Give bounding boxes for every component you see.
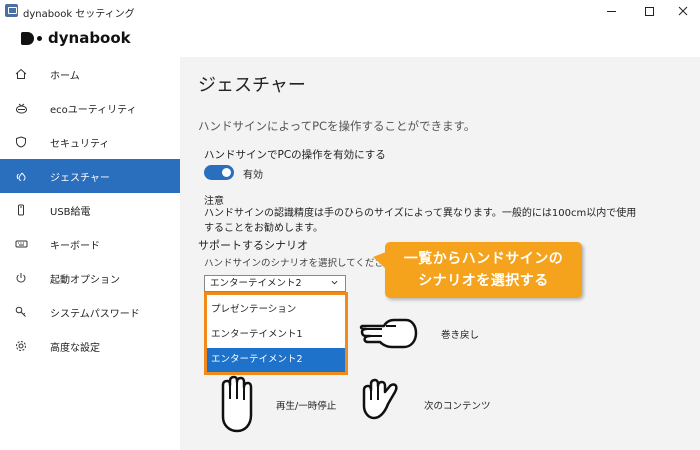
- toggle-state-label: 有効: [243, 170, 263, 181]
- instruction-callout: 一覧からハンドサインの シナリオを選択する: [373, 242, 582, 298]
- close-button[interactable]: [666, 0, 700, 22]
- sidebar: ホーム ecoユーティリティ セキュリティ ジェスチャー USB給電 キーボード: [0, 57, 180, 450]
- scenario-option-entertainment1[interactable]: エンターテイメント1: [207, 323, 345, 347]
- power-icon: [14, 271, 28, 285]
- sidebar-item-label: 起動オプション: [50, 274, 120, 286]
- scenario-option-entertainment2[interactable]: エンターテイメント2: [207, 348, 345, 372]
- maximize-button[interactable]: [632, 0, 666, 22]
- keyboard-icon: [14, 237, 28, 251]
- maximize-icon: [644, 6, 654, 16]
- sidebar-item-password[interactable]: システムパスワード: [0, 295, 180, 329]
- scenario-option-presentation[interactable]: プレゼンテーション: [207, 298, 345, 322]
- note-body: ハンドサインの認識精度は手のひらのサイズによって異なります。一般的には100cm…: [204, 208, 637, 234]
- sidebar-item-keyboard[interactable]: キーボード: [0, 227, 180, 261]
- enable-gesture-label: ハンドサインでPCの操作を有効にする: [204, 149, 386, 161]
- hand-wave-icon: [362, 378, 398, 420]
- logo-text: dynabook: [48, 29, 131, 47]
- note-title: 注意: [204, 196, 224, 207]
- sidebar-item-label: USB給電: [50, 206, 91, 218]
- hand-open-palm-icon: [221, 375, 253, 433]
- sidebar-item-label: ホーム: [50, 70, 80, 82]
- callout-line-1: 一覧からハンドサインの: [403, 251, 564, 267]
- app-icon: [5, 4, 18, 17]
- sidebar-item-label: セキュリティ: [50, 138, 110, 150]
- title-bar: dynabook セッティング: [0, 0, 700, 22]
- sidebar-item-eco[interactable]: ecoユーティリティ: [0, 91, 180, 125]
- sidebar-item-startup[interactable]: 起動オプション: [0, 261, 180, 295]
- chevron-down-icon: [331, 280, 338, 285]
- toggle-knob: [222, 168, 231, 177]
- scenario-dropdown-list: プレゼンテーション エンターテイメント1 エンターテイメント2: [204, 292, 348, 375]
- gesture-next-label: 次のコンテンツ: [424, 401, 491, 412]
- page-title: ジェスチャー: [198, 75, 306, 96]
- sidebar-item-security[interactable]: セキュリティ: [0, 125, 180, 159]
- sidebar-item-gesture[interactable]: ジェスチャー: [0, 159, 180, 193]
- home-icon: [14, 67, 28, 81]
- usb-icon: [14, 203, 28, 217]
- scenario-select[interactable]: エンターテイメント2: [204, 275, 346, 292]
- enable-gesture-toggle[interactable]: [204, 165, 234, 180]
- page-description: ハンドサインによってPCを操作することができます。: [198, 119, 476, 133]
- gesture-icon: [14, 169, 28, 183]
- sidebar-item-label: 高度な設定: [50, 342, 100, 354]
- window-title: dynabook セッティング: [23, 9, 135, 20]
- gesture-rewind-label: 巻き戻し: [441, 330, 480, 341]
- sidebar-item-home[interactable]: ホーム: [0, 57, 180, 91]
- scenario-section-title: サポートするシナリオ: [198, 239, 308, 252]
- minimize-button[interactable]: [594, 0, 628, 22]
- brand-logo: dynabook: [21, 29, 131, 47]
- sidebar-item-label: システムパスワード: [50, 308, 140, 320]
- key-icon: [14, 305, 28, 319]
- scenario-selected-value: エンターテイメント2: [210, 278, 302, 289]
- hand-point-left-icon: [359, 318, 418, 349]
- minimize-icon: [606, 10, 616, 12]
- callout-line-2: シナリオを選択する: [418, 273, 549, 289]
- sidebar-item-label: ecoユーティリティ: [50, 104, 137, 116]
- sidebar-item-usb[interactable]: USB給電: [0, 193, 180, 227]
- shield-icon: [14, 135, 28, 149]
- close-icon: [678, 6, 688, 16]
- gear-icon: [14, 339, 28, 353]
- sidebar-item-label: キーボード: [50, 240, 100, 252]
- sidebar-item-label: ジェスチャー: [50, 172, 110, 184]
- eco-icon: [14, 101, 28, 115]
- sidebar-item-advanced[interactable]: 高度な設定: [0, 329, 180, 363]
- logo-mark-icon: [21, 31, 46, 45]
- gesture-play-pause-label: 再生/一時停止: [276, 401, 337, 412]
